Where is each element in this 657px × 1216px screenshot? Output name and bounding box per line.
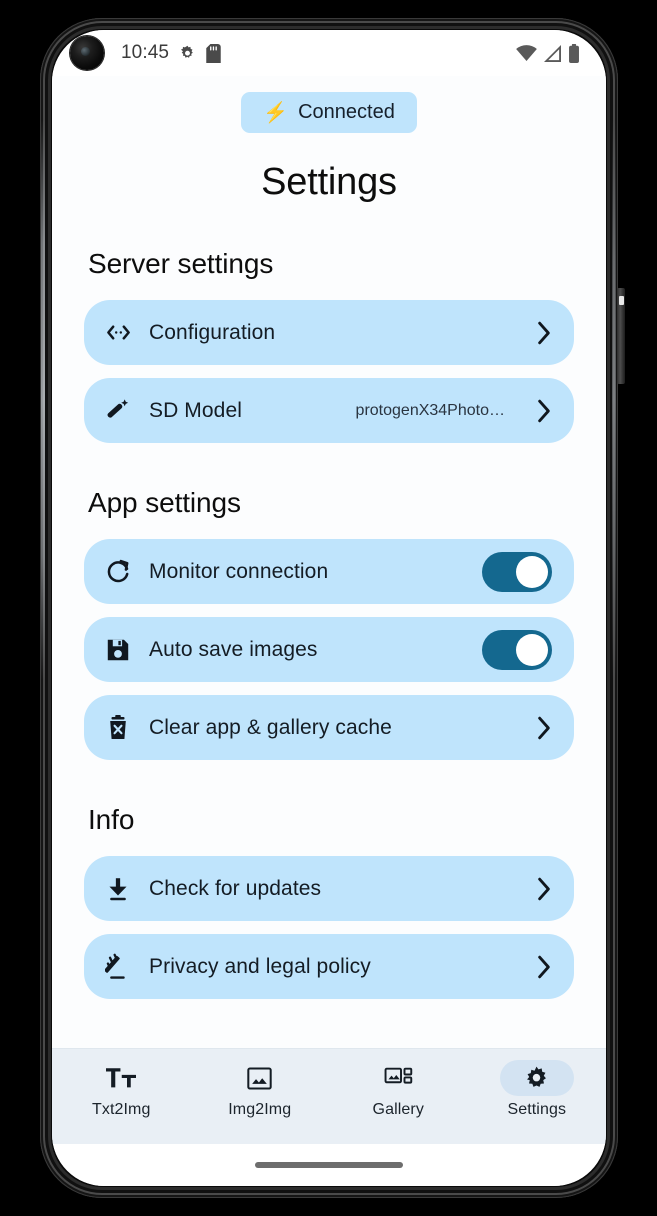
connection-badge-container: ⚡ Connected xyxy=(84,92,574,133)
section-header-server-settings: Server settings xyxy=(88,248,274,279)
connection-status-label: Connected xyxy=(298,101,395,123)
nav-item-img2img[interactable]: Img2Img xyxy=(191,1060,330,1119)
settings-row-label: SD Model xyxy=(149,398,243,422)
image-icon xyxy=(223,1060,297,1096)
status-time: 10:45 xyxy=(121,42,170,63)
chevron-right-icon xyxy=(536,399,552,423)
server-settings-list: Configuration SD Model protogenX34Photo… xyxy=(84,300,574,443)
nav-label: Gallery xyxy=(372,1101,424,1118)
nav-item-txt2img[interactable]: Txt2Img xyxy=(52,1060,191,1119)
settings-row-privacy-legal-policy[interactable]: Privacy and legal policy xyxy=(84,934,574,999)
nav-label: Txt2Img xyxy=(92,1101,151,1118)
wifi-icon xyxy=(516,45,537,61)
battery-icon xyxy=(568,43,580,63)
nav-label: Settings xyxy=(507,1101,567,1118)
app-settings-list: Monitor connection Auto save images Clea… xyxy=(84,539,574,760)
settings-row-configuration[interactable]: Configuration xyxy=(84,300,574,365)
bottom-navigation-bar: Txt2Img Img2Img Gallery Settings xyxy=(52,1048,606,1144)
settings-row-monitor-connection[interactable]: Monitor connection xyxy=(84,539,574,604)
settings-row-clear-cache[interactable]: Clear app & gallery cache xyxy=(84,695,574,760)
settings-row-label: Auto save images xyxy=(149,637,318,661)
auto-save-images-toggle[interactable] xyxy=(482,629,552,670)
page-title: Settings xyxy=(261,161,397,203)
sd-model-value: protogenX34Photo… xyxy=(355,401,505,419)
status-bar: 10:45 xyxy=(52,30,606,76)
settings-row-auto-save-images[interactable]: Auto save images xyxy=(84,617,574,682)
chevron-right-icon xyxy=(536,955,552,979)
info-list: Check for updates Privacy and legal poli… xyxy=(84,856,574,999)
front-camera-punch-hole xyxy=(70,36,104,70)
settings-row-sd-model[interactable]: SD Model protogenX34Photo… xyxy=(84,378,574,443)
download-icon xyxy=(104,875,132,903)
refresh-icon xyxy=(104,558,132,586)
lightning-bolt-icon: ⚡ xyxy=(263,101,289,124)
settings-row-check-for-updates[interactable]: Check for updates xyxy=(84,856,574,921)
connection-status-badge[interactable]: ⚡ Connected xyxy=(241,92,417,133)
home-indicator[interactable] xyxy=(255,1162,403,1168)
toggle-knob xyxy=(516,555,548,588)
code-icon xyxy=(104,319,132,347)
chevron-right-icon xyxy=(536,321,552,345)
gear-icon xyxy=(499,1060,574,1096)
sd-card-icon xyxy=(206,43,221,63)
nav-label: Img2Img xyxy=(228,1101,292,1118)
settings-row-label: Clear app & gallery cache xyxy=(149,715,392,739)
chevron-right-icon xyxy=(536,877,552,901)
gallery-grid-icon xyxy=(361,1060,435,1096)
gear-icon xyxy=(178,44,197,63)
settings-row-label: Privacy and legal policy xyxy=(149,954,371,978)
power-button-glint xyxy=(619,296,624,305)
chevron-right-icon xyxy=(536,716,552,740)
trash-delete-icon xyxy=(104,714,132,742)
nav-item-gallery[interactable]: Gallery xyxy=(329,1060,468,1119)
settings-row-label: Monitor connection xyxy=(149,559,329,583)
toggle-knob xyxy=(516,633,548,666)
home-indicator-area xyxy=(52,1144,606,1186)
cellular-signal-icon xyxy=(543,44,562,62)
settings-row-label: Check for updates xyxy=(149,876,322,900)
monitor-connection-toggle[interactable] xyxy=(482,551,552,592)
status-bar-left: 10:45 xyxy=(121,42,221,64)
settings-scroll-content[interactable]: ⚡ Connected Settings Server settings Con… xyxy=(52,76,606,1048)
text-format-icon xyxy=(84,1060,158,1096)
status-bar-right xyxy=(516,43,580,63)
section-header-app-settings: App settings xyxy=(88,487,241,518)
floppy-save-icon xyxy=(104,636,132,664)
settings-row-label: Configuration xyxy=(149,320,276,344)
phone-screen: 10:45 ⚡ Connected Settings Server settin… xyxy=(52,30,606,1186)
section-header-info: Info xyxy=(88,804,135,835)
nav-item-settings[interactable]: Settings xyxy=(468,1060,607,1119)
gavel-icon xyxy=(104,953,132,981)
magic-wand-icon xyxy=(104,397,132,425)
